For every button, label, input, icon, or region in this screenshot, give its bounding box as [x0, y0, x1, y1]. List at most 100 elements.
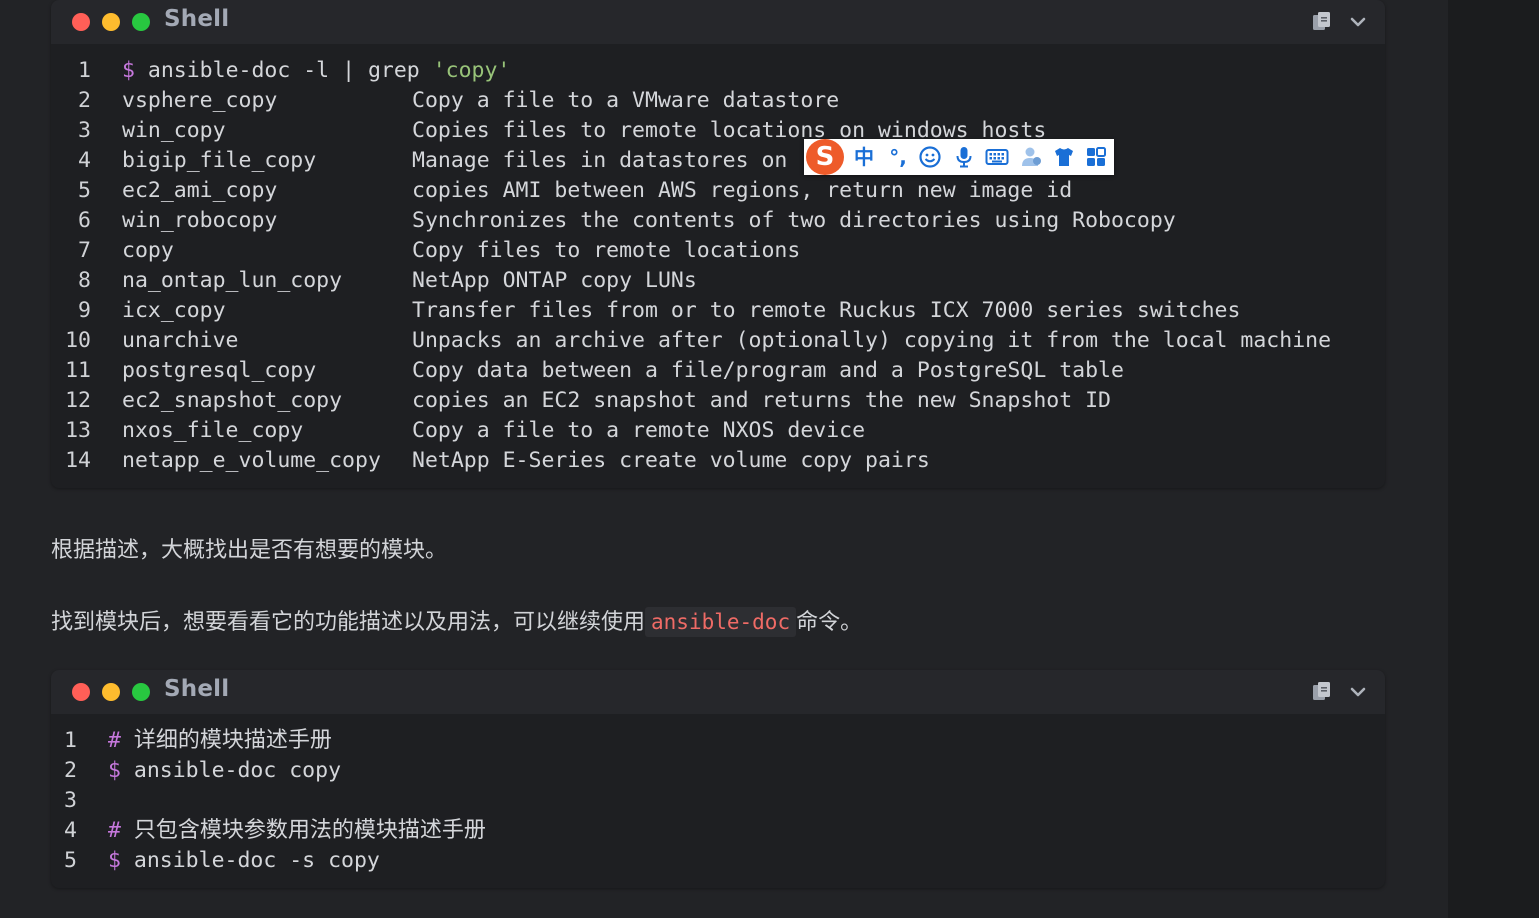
emoji-icon[interactable]	[918, 145, 942, 169]
module-description: Synchronizes the contents of two directo…	[412, 208, 1176, 233]
minimize-dot-icon	[102, 683, 120, 701]
chevron-down-icon[interactable]	[1349, 13, 1367, 31]
input-mode-toggle[interactable]: 中	[852, 145, 876, 169]
module-name: win_copy	[122, 118, 226, 143]
microphone-icon[interactable]	[952, 145, 976, 169]
language-label: Shell	[164, 676, 230, 702]
code-block-2: Shell 1 # 详细的模块描述手册 2 $ ansible-doc copy 3 4 #…	[51, 670, 1385, 888]
module-name: vsphere_copy	[122, 88, 278, 113]
command-text: ansible-doc copy	[133, 758, 342, 783]
code-text: postgresql_copy	[122, 356, 316, 386]
code-text: bigip_file_copy	[122, 146, 316, 176]
paragraph-2-text: 找到模块后，想要看看它的功能描述以及用法，可以继续使用	[51, 610, 646, 635]
punctuation-toggle[interactable]: °,	[886, 145, 910, 169]
module-description: copies an EC2 snapshot and returns the n…	[412, 388, 1111, 413]
line-number: 3	[64, 788, 77, 813]
close-dot-icon	[72, 683, 90, 701]
sogou-logo-icon[interactable]: S	[806, 139, 844, 175]
code-line: 9 icx_copy Transfer files from or to remot…	[51, 296, 1385, 326]
module-description: Unpacks an archive after (optionally) co…	[412, 328, 1332, 353]
code-text: icx_copy	[122, 296, 226, 326]
code-line: 2 vsphere_copy Copy a file to a VMware dat…	[51, 86, 1385, 116]
module-description: copies AMI between AWS regions, return n…	[412, 178, 1073, 203]
code-line: 4 bigip_file_copy Manage files in datastor…	[51, 146, 1385, 176]
line-number: 2	[78, 88, 91, 113]
code-line: 6 win_robocopy Synchronizes the contents o…	[51, 206, 1385, 236]
code-line: 3 win_copy Copies files to remote location…	[51, 116, 1385, 146]
ime-toolbar[interactable]: S 中 °,	[804, 139, 1114, 175]
close-dot-icon	[72, 13, 90, 31]
user-voice-icon[interactable]	[1019, 145, 1043, 169]
comment-marker: #	[108, 728, 121, 753]
copy-icon[interactable]	[1311, 681, 1333, 703]
code-text: vsphere_copy	[122, 86, 277, 116]
right-margin	[1448, 0, 1539, 918]
module-description: Copy data between a file/program and a P…	[412, 358, 1124, 383]
module-name: icx_copy	[122, 298, 226, 323]
toolbox-grid-icon[interactable]	[1084, 145, 1108, 169]
code-line: 1 # 详细的模块描述手册	[51, 726, 1385, 756]
code-text: na_ontap_lun_copy	[122, 266, 342, 296]
inline-code: ansible-doc	[645, 607, 797, 637]
module-description: NetApp E-Series create volume copy pairs	[412, 448, 930, 473]
line-number: 14	[65, 448, 91, 473]
code-text: netapp_e_volume_copy	[122, 446, 381, 476]
line-number: 9	[78, 298, 91, 323]
line-number: 8	[78, 268, 91, 293]
module-name: na_ontap_lun_copy	[122, 268, 343, 293]
maximize-dot-icon	[132, 683, 150, 701]
code-line: 11 postgresql_copy Copy data between a fil…	[51, 356, 1385, 386]
chevron-down-icon[interactable]	[1349, 683, 1367, 701]
code-text: ec2_ami_copy	[122, 176, 277, 206]
maximize-dot-icon	[132, 13, 150, 31]
minimize-dot-icon	[102, 13, 120, 31]
comment-text: 详细的模块描述手册	[133, 728, 332, 753]
language-label: Shell	[164, 6, 230, 32]
module-name: ec2_snapshot_copy	[122, 388, 343, 413]
module-name: ec2_ami_copy	[122, 178, 278, 203]
module-description: Copy files to remote locations	[412, 238, 801, 263]
code-block-header: Shell	[51, 670, 1385, 714]
prompt-symbol: $	[122, 58, 135, 83]
paragraph-2-tail: 命令。	[796, 610, 863, 635]
module-name: unarchive	[122, 328, 239, 353]
prompt-symbol: $	[108, 758, 121, 783]
code-line: 8 na_ontap_lun_copy NetApp ONTAP copy LUNs	[51, 266, 1385, 296]
command-text: ansible-doc -l | grep	[147, 58, 433, 83]
code-text: win_copy	[122, 116, 226, 146]
line-number: 7	[78, 238, 91, 263]
code-block-1: Shell 1 $ ansible-doc -l | grep 'copy' 2 vs…	[51, 0, 1385, 488]
code-text: $ ansible-doc copy	[108, 756, 341, 786]
command-text: ansible-doc -s copy	[133, 848, 380, 873]
code-line: 10 unarchive Unpacks an archive after (opt…	[51, 326, 1385, 356]
comment-text: 只包含模块参数用法的模块描述手册	[133, 818, 486, 843]
module-name: bigip_file_copy	[122, 148, 317, 173]
line-number: 12	[65, 388, 91, 413]
skin-shirt-icon[interactable]	[1052, 145, 1076, 169]
module-name: nxos_file_copy	[122, 418, 304, 443]
paragraph-1: 根据描述，大概找出是否有想要的模块。	[51, 538, 448, 563]
paragraph-2: 找到模块后，想要看看它的功能描述以及用法，可以继续使用 ansible-doc 命令…	[51, 604, 863, 637]
code-line: 4 # 只包含模块参数用法的模块描述手册	[51, 816, 1385, 846]
module-description: NetApp ONTAP copy LUNs	[412, 268, 697, 293]
copy-icon[interactable]	[1311, 11, 1333, 33]
code-text: copy	[122, 236, 174, 266]
line-number: 11	[65, 358, 91, 383]
keyboard-icon[interactable]	[985, 145, 1009, 169]
line-number: 10	[65, 328, 91, 353]
line-number: 6	[78, 208, 91, 233]
module-description: Copy a file to a VMware datastore	[412, 88, 840, 113]
code-line: 2 $ ansible-doc copy	[51, 756, 1385, 786]
module-name: postgresql_copy	[122, 358, 317, 383]
code-text: unarchive	[122, 326, 239, 356]
code-line: 13 nxos_file_copy Copy a file to a remote …	[51, 416, 1385, 446]
code-text: nxos_file_copy	[122, 416, 303, 446]
code-text: # 只包含模块参数用法的模块描述手册	[108, 816, 486, 846]
line-number: 1	[78, 58, 91, 83]
code-line: 3	[51, 786, 1385, 816]
code-text: win_robocopy	[122, 206, 277, 236]
code-line: 7 copy Copy files to remote locations	[51, 236, 1385, 266]
line-number: 3	[78, 118, 91, 143]
line-number: 5	[78, 178, 91, 203]
code-line: 5 $ ansible-doc -s copy	[51, 846, 1385, 876]
